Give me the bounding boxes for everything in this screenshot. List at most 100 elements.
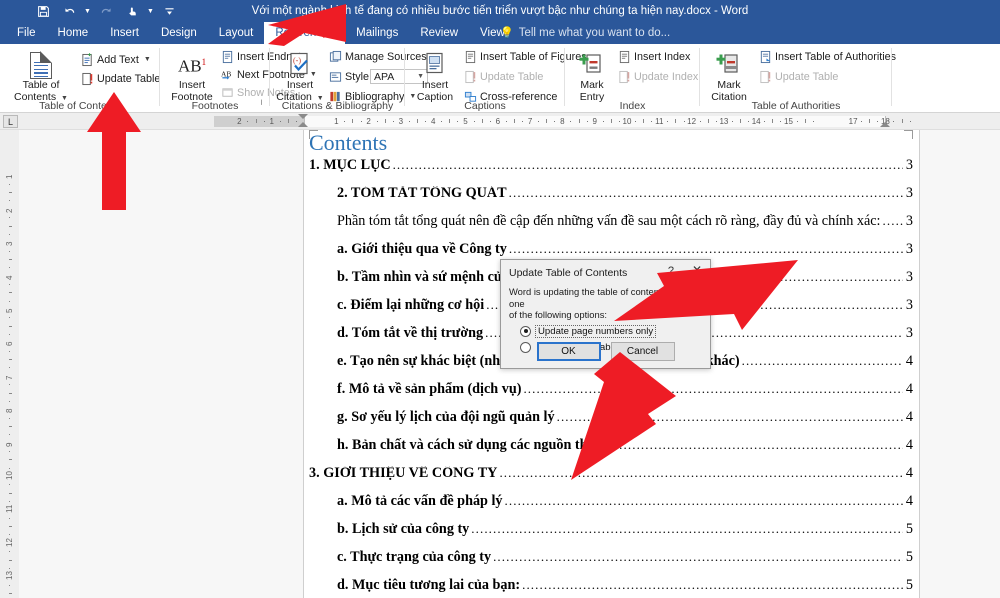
ruler-quarter-dot — [667, 120, 669, 122]
mark-entry-button[interactable]: Mark Entry — [571, 50, 613, 103]
vertical-ruler[interactable]: 1 2 3 4 5 6 7 8 9 10 11 12 13 — [0, 130, 19, 598]
radio-button-selected-icon[interactable] — [520, 325, 531, 337]
group-separator — [891, 48, 892, 106]
save-icon[interactable] — [30, 0, 56, 22]
right-indent-marker[interactable] — [880, 122, 890, 127]
mark-citation-button[interactable]: Mark Citation — [706, 50, 752, 103]
insert-citation-button[interactable]: (-) Insert Citation ▼ — [276, 50, 324, 104]
vertical-ruler-number: 2 — [5, 208, 14, 213]
tab-insert[interactable]: Insert — [99, 22, 150, 44]
insert-caption-icon — [423, 50, 447, 80]
vertical-ruler-number: 6 — [5, 341, 14, 347]
insert-caption-button[interactable]: Insert Caption — [411, 50, 459, 103]
first-line-indent-marker[interactable] — [298, 114, 308, 119]
help-icon[interactable]: ? — [668, 265, 674, 277]
radio-update-page-numbers-only[interactable]: Update page numbers only — [509, 324, 703, 338]
toc-entry[interactable]: b. Lịch sử của công ty..................… — [309, 522, 913, 550]
svg-text:(-): (-) — [293, 56, 301, 65]
toc-entry[interactable]: d. Mục tiêu tương lai của bạn:..........… — [309, 578, 913, 598]
vertical-ruler-number: 10 — [5, 471, 14, 480]
ruler-number: 1 — [269, 117, 274, 126]
tab-mailings[interactable]: Mailings — [345, 22, 409, 44]
update-table-button[interactable]: Update Table — [80, 72, 160, 86]
vertical-ruler-number: 11 — [5, 505, 14, 514]
ruler-quarter-dot — [764, 120, 766, 122]
tab-design[interactable]: Design — [150, 22, 208, 44]
toc-entry[interactable]: 1. MỤC LỤC..............................… — [309, 158, 913, 186]
tab-references[interactable]: References — [264, 22, 346, 44]
toc-entry-text: h. Bản chất và cách sử dụng các nguồn th… — [337, 438, 596, 453]
toc-entry-text: g. Sơ yếu lý lịch của đội ngũ quản lý — [337, 410, 555, 425]
toc-leader-dots: ........................................… — [493, 550, 903, 564]
ruler-quarter-dot — [247, 120, 249, 122]
toc-leader-dots: ........................................… — [882, 214, 903, 228]
tab-stop-selector[interactable]: L — [3, 115, 18, 128]
tab-file[interactable]: File — [6, 22, 47, 44]
ruler-number: 2 — [237, 117, 242, 126]
tell-me-label: Tell me what you want to do... — [518, 27, 671, 39]
insert-table-of-authorities-button[interactable]: Insert Table of Authorities — [758, 50, 896, 64]
vertical-ruler-number: 5 — [5, 308, 14, 313]
table-of-contents-button[interactable]: Table of Contents ▼ — [10, 50, 72, 104]
toc-entry[interactable]: g. Sơ yếu lý lịch của đội ngũ quản lý...… — [309, 410, 913, 438]
toc-leader-dots: ........................................… — [597, 438, 902, 452]
vertical-ruler-tick — [9, 450, 10, 452]
vertical-ruler-tick — [9, 300, 10, 302]
ruler-quarter-dot — [861, 120, 863, 122]
dialog-message-line2: of the following options: — [509, 309, 607, 320]
update-table-icon — [80, 72, 94, 86]
ruler-quarter-dot — [731, 120, 733, 122]
update-index-label: Update Index — [634, 71, 699, 83]
tab-layout[interactable]: Layout — [208, 22, 265, 44]
toc-page-number: 5 — [905, 578, 913, 593]
dialog-title-bar: Update Table of Contents ? ✕ — [501, 260, 710, 286]
toc-entry[interactable]: a. Mô tả các vấn đề pháp lý.............… — [309, 494, 913, 522]
footnotes-dialog-launcher[interactable]: ╵ — [259, 100, 264, 111]
toc-entry[interactable]: h. Bản chất và cách sử dụng các nguồn th… — [309, 438, 913, 466]
vertical-ruler-tick — [9, 434, 10, 436]
toc-entry[interactable]: f. Mô tả về sản phẩm (dịch vụ)..........… — [309, 382, 913, 410]
insert-index-button[interactable]: Insert Index — [617, 50, 690, 64]
toc-entry-text: f. Mô tả về sản phẩm (dịch vụ) — [337, 382, 522, 397]
hanging-indent-marker[interactable] — [298, 122, 308, 127]
touch-mode-dropdown-icon[interactable]: ▼ — [145, 0, 156, 22]
toc-entry[interactable]: Phần tóm tắt tổng quát nên đề cập đến nh… — [309, 214, 913, 242]
toc-page-number: 4 — [905, 382, 913, 397]
ribbon-group-citations: (-) Insert Citation ▼ Manage Sources Sty… — [270, 44, 428, 113]
style-icon — [328, 70, 342, 84]
dialog-message-line1: Word is updating the table of contents. … — [509, 286, 698, 309]
svg-text:AB: AB — [221, 69, 231, 78]
ruler-quarter-dot — [263, 120, 265, 122]
vertical-ruler-tick — [9, 359, 12, 361]
ruler-quarter-dot — [812, 120, 814, 122]
add-text-dropdown-icon[interactable]: ▼ — [144, 54, 151, 66]
tell-me-search[interactable]: 💡 Tell me what you want to do... — [500, 22, 670, 44]
tab-home[interactable]: Home — [47, 22, 100, 44]
word-application-window: Với một ngành kinh tế đang có nhiều bước… — [0, 0, 1000, 598]
vertical-ruler-tick — [9, 325, 12, 327]
close-icon[interactable]: ✕ — [692, 264, 702, 277]
update-table-of-contents-dialog[interactable]: Update Table of Contents ? ✕ Word is upd… — [500, 259, 711, 369]
ruler-quarter-dot — [796, 120, 798, 122]
toc-entry[interactable]: 2. TÓM TẮT TỔNG QUÁT....................… — [309, 186, 913, 214]
vertical-ruler-tick — [9, 492, 12, 494]
toc-entry-text: Phần tóm tắt tổng quát nên đề cập đến nh… — [337, 214, 881, 229]
undo-icon[interactable] — [56, 0, 82, 22]
ok-button[interactable]: OK — [536, 342, 601, 361]
tab-review[interactable]: Review — [409, 22, 469, 44]
add-text-button[interactable]: Add Text ▼ — [80, 53, 151, 67]
toc-page-number: 3 — [905, 214, 913, 229]
vertical-ruler-tick — [9, 551, 10, 553]
horizontal-ruler[interactable]: L 2 1 1 2 3 4 5 6 7 8 9 10 11 12 13 14 15 17 18 — [0, 113, 1000, 130]
mark-citation-label-line1: Mark — [717, 79, 741, 91]
ruler-quarter-dot — [586, 120, 588, 122]
touch-mouse-mode-icon[interactable] — [119, 0, 145, 22]
customize-quick-access-toolbar-icon[interactable] — [156, 0, 182, 22]
vertical-ruler-tick — [9, 258, 12, 260]
insert-footnote-label-line1: Insert — [178, 79, 206, 91]
undo-dropdown-icon[interactable]: ▼ — [82, 0, 93, 22]
cancel-button[interactable]: Cancel — [610, 342, 675, 361]
insert-footnote-button[interactable]: AB1 Insert Footnote — [168, 50, 216, 103]
toc-entry[interactable]: 3. GIỚI THIỆU VỀ CÔNG TY................… — [309, 466, 913, 494]
toc-entry[interactable]: c. Thực trạng của công ty...............… — [309, 550, 913, 578]
